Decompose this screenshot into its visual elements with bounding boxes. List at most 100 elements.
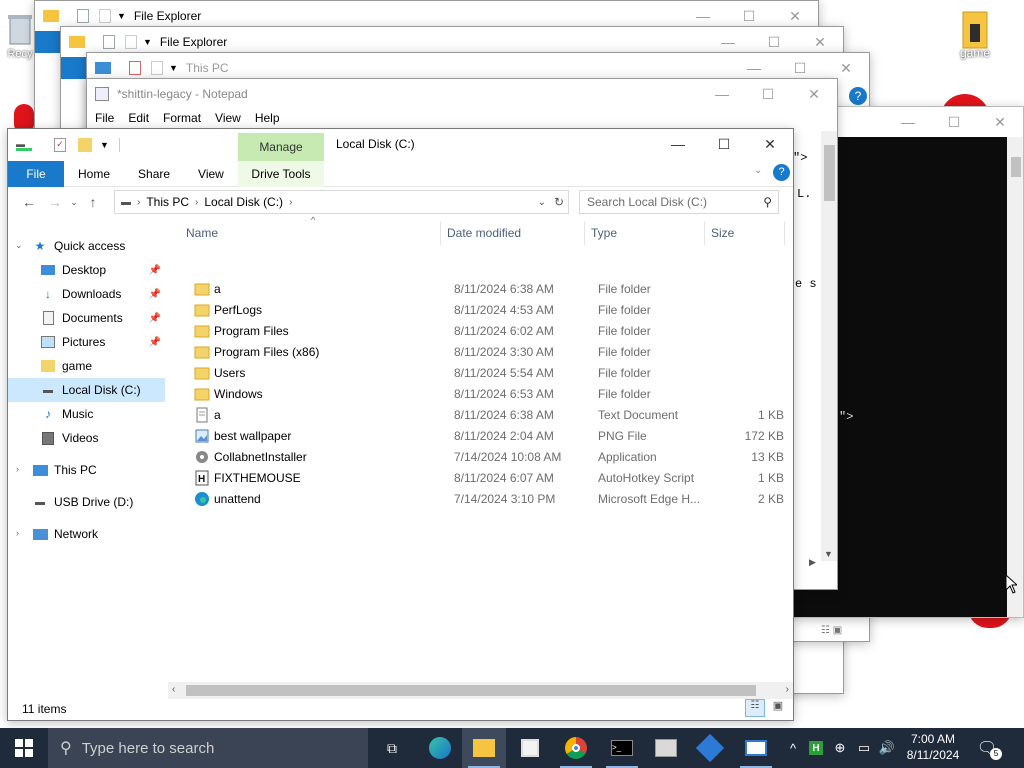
nav-local-disk-c[interactable]: ▬ Local Disk (C:) xyxy=(8,378,165,402)
task-manager-app[interactable] xyxy=(644,728,688,768)
breadcrumb-chevron-icon[interactable]: › xyxy=(195,197,198,208)
breadcrumb-this-pc[interactable]: This PC xyxy=(146,195,189,209)
column-header-size[interactable]: Size xyxy=(711,221,781,245)
column-divider[interactable] xyxy=(784,221,785,245)
notepad-hscroll-arrow[interactable]: ▶ xyxy=(809,557,816,568)
horizontal-scrollbar[interactable]: ‹ › xyxy=(168,682,793,699)
scroll-left-arrow[interactable]: ‹ xyxy=(172,684,175,695)
taskbar-search[interactable]: ⚲ Type here to search xyxy=(48,728,368,768)
nav-quick-access[interactable]: ★ Quick access xyxy=(32,234,165,258)
column-divider[interactable] xyxy=(440,221,441,245)
column-header-type[interactable]: Type xyxy=(591,221,701,245)
customize-toolbar-icon[interactable]: ▼ xyxy=(100,140,109,150)
nav-pictures[interactable]: Pictures 📌 xyxy=(8,330,165,354)
nav-network[interactable]: Network xyxy=(8,522,165,546)
search-input[interactable]: Search Local Disk (C:) xyxy=(587,195,707,209)
terminal-app[interactable]: >_ xyxy=(600,728,644,768)
table-row[interactable]: a 8/11/2024 6:38 AM Text Document 1 KB xyxy=(178,405,788,426)
refresh-icon[interactable]: ↻ xyxy=(554,195,564,209)
breadcrumb-local-disk[interactable]: Local Disk (C:) xyxy=(204,195,283,209)
close-button[interactable]: ✕ xyxy=(791,79,837,109)
help-icon[interactable]: ? xyxy=(773,164,790,181)
maximize-button[interactable]: ☐ xyxy=(931,107,977,137)
pin-icon[interactable]: 📌 xyxy=(149,265,161,276)
table-row[interactable]: PerfLogs 8/11/2024 4:53 AM File folder xyxy=(178,300,788,321)
game-folder-desktop-icon[interactable]: game xyxy=(945,8,1005,60)
network-tray-icon[interactable]: ▭ xyxy=(854,728,874,768)
forward-button[interactable]: → xyxy=(42,190,68,214)
column-divider[interactable] xyxy=(584,221,585,245)
volume-tray-icon[interactable]: 🔊 xyxy=(877,728,897,768)
view-toggle-icons[interactable]: ☷ ▣ xyxy=(821,625,861,637)
menu-help[interactable]: Help xyxy=(255,111,280,125)
large-icons-view-button[interactable]: ▣ xyxy=(768,699,788,717)
scroll-right-arrow[interactable]: › xyxy=(786,684,789,695)
menu-file[interactable]: File xyxy=(95,111,114,125)
pin-icon[interactable]: 📌 xyxy=(149,289,161,300)
edge-app[interactable] xyxy=(418,728,462,768)
properties-icon[interactable]: ✓ xyxy=(54,138,66,152)
chrome-app[interactable] xyxy=(554,728,598,768)
column-header-name[interactable]: Name xyxy=(186,221,436,245)
breadcrumb-chevron-icon[interactable]: › xyxy=(137,197,140,208)
nav-game[interactable]: game xyxy=(8,354,165,378)
minimize-button[interactable]: — xyxy=(655,129,701,159)
ribbon-expand-icon[interactable]: ⌄ xyxy=(754,165,762,176)
nav-downloads[interactable]: ↓ Downloads 📌 xyxy=(8,282,165,306)
table-row[interactable]: CollabnetInstaller 7/14/2024 10:08 AM Appl… xyxy=(178,447,788,468)
details-view-button[interactable]: ☷ xyxy=(745,699,765,717)
autohotkey-tray-icon[interactable]: H xyxy=(806,728,826,768)
table-row[interactable]: Program Files (x86) 8/11/2024 3:30 AM File… xyxy=(178,342,788,363)
table-row[interactable]: unattend 7/14/2024 3:10 PM Microsoft Edge … xyxy=(178,489,788,510)
store-app[interactable] xyxy=(508,728,552,768)
start-button[interactable] xyxy=(0,728,48,768)
tab-view[interactable]: View xyxy=(184,161,238,187)
show-hidden-icons-button[interactable]: ^ xyxy=(784,728,802,768)
table-row[interactable]: Program Files 8/11/2024 6:02 AM File folde… xyxy=(178,321,788,342)
nav-documents[interactable]: Documents 📌 xyxy=(8,306,165,330)
scroll-thumb[interactable] xyxy=(824,145,835,201)
maximize-button[interactable]: ☐ xyxy=(745,79,791,109)
maximize-button[interactable]: ☐ xyxy=(701,129,747,159)
table-row[interactable]: a 8/11/2024 6:38 AM File folder xyxy=(178,279,788,300)
column-divider[interactable] xyxy=(704,221,705,245)
nav-usb-drive-d[interactable]: ▬ USB Drive (D:) xyxy=(8,490,165,514)
scroll-down-arrow[interactable]: ▼ xyxy=(824,549,833,559)
new-folder-icon[interactable] xyxy=(78,138,92,152)
notepad-vscrollbar[interactable]: ▼ xyxy=(821,131,837,561)
close-button[interactable]: ✕ xyxy=(977,107,1023,137)
notification-center-button[interactable]: 🗨 5 xyxy=(972,728,1002,768)
up-button[interactable]: ↑ xyxy=(80,190,106,214)
taskbar-clock[interactable]: 7:00 AM 8/11/2024 xyxy=(900,731,966,763)
chevron-down-icon[interactable]: ⌄ xyxy=(15,240,23,251)
table-row[interactable]: H FIXTHEMOUSE 8/11/2024 6:07 AM AutoHotkey … xyxy=(178,468,788,489)
security-tray-icon[interactable]: ⊕ xyxy=(830,728,850,768)
scroll-thumb[interactable] xyxy=(186,685,756,696)
back-button[interactable]: ← xyxy=(16,190,42,214)
nav-desktop[interactable]: Desktop 📌 xyxy=(8,258,165,282)
breadcrumb-chevron-icon[interactable]: › xyxy=(289,197,292,208)
search-input[interactable]: Type here to search xyxy=(82,740,215,757)
menu-view[interactable]: View xyxy=(215,111,241,125)
tab-share[interactable]: Share xyxy=(124,161,184,187)
nav-this-pc[interactable]: This PC xyxy=(8,458,165,482)
minimize-button[interactable]: — xyxy=(885,107,931,137)
menu-edit[interactable]: Edit xyxy=(128,111,149,125)
console-scrollbar[interactable] xyxy=(1007,137,1023,617)
task-view-button[interactable]: ⧉ xyxy=(370,728,414,768)
table-row[interactable]: best wallpaper 8/11/2024 2:04 AM PNG File 1… xyxy=(178,426,788,447)
nav-music[interactable]: ♪ Music xyxy=(8,402,165,426)
close-button[interactable]: ✕ xyxy=(747,129,793,159)
pin-icon[interactable]: 📌 xyxy=(149,313,161,324)
search-box[interactable]: Search Local Disk (C:) ⚲ xyxy=(579,190,779,214)
scroll-thumb[interactable] xyxy=(1011,157,1021,177)
address-bar[interactable]: ▬ › This PC › Local Disk (C:) › ⌄ ↻ xyxy=(114,190,569,214)
column-header-date[interactable]: Date modified xyxy=(447,221,582,245)
table-row[interactable]: Users 8/11/2024 5:54 AM File folder xyxy=(178,363,788,384)
tab-manage[interactable]: Manage xyxy=(238,133,324,161)
table-row[interactable]: Windows 8/11/2024 6:53 AM File folder xyxy=(178,384,788,405)
recent-locations-button[interactable]: ⌄ xyxy=(68,190,80,214)
window-app[interactable] xyxy=(734,728,778,768)
tab-home[interactable]: Home xyxy=(64,161,124,187)
minimize-button[interactable]: — xyxy=(699,79,745,109)
